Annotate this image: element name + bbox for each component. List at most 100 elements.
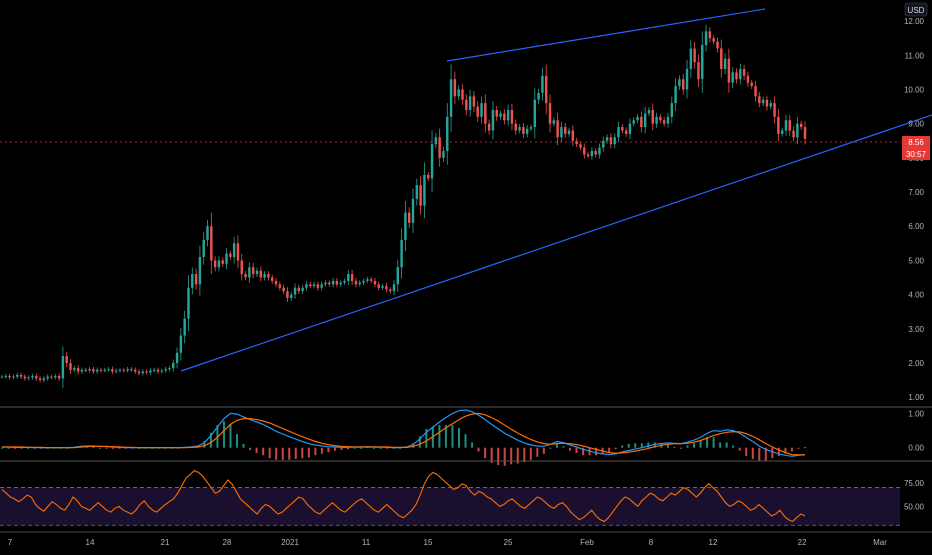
candle-body	[708, 31, 712, 39]
candle-body	[362, 280, 365, 283]
macd-histogram-bar	[634, 443, 637, 448]
candle-body	[251, 267, 255, 275]
candle-body	[750, 82, 753, 87]
macd-histogram-bar	[111, 447, 114, 449]
candle-body	[255, 270, 259, 275]
macd-histogram-bar	[255, 447, 258, 453]
candle-body	[407, 212, 411, 223]
candle-body	[560, 127, 563, 138]
candle-body	[598, 147, 601, 155]
candle-body	[446, 116, 449, 152]
macd-histogram-bar	[236, 434, 239, 448]
macd-histogram-bar	[503, 447, 506, 466]
macd-histogram-bar	[725, 442, 728, 448]
candle-body	[552, 120, 556, 124]
candle-body	[213, 260, 217, 268]
candle-body	[316, 284, 320, 288]
candle-body	[160, 370, 164, 372]
price-tick-label: 11.00	[905, 51, 925, 60]
macd-histogram-bar	[673, 446, 676, 448]
price-tick-label: 1.00	[908, 393, 924, 402]
candle-body	[168, 368, 171, 370]
candle-body	[575, 140, 578, 145]
candle-body	[472, 96, 476, 107]
macd-histogram-bar	[379, 447, 382, 449]
countdown-label: 30:57	[906, 150, 927, 159]
candle-body	[720, 48, 723, 69]
macd-histogram-bar	[529, 447, 532, 460]
candle-body	[153, 369, 156, 371]
candle-body	[624, 130, 628, 134]
macd-tick-label: 0.00	[908, 444, 924, 453]
time-tick-label: 14	[86, 538, 95, 547]
candle-body	[23, 376, 27, 379]
candle-body	[773, 103, 776, 117]
candle-body	[548, 103, 552, 124]
candle-body	[248, 267, 251, 278]
candle-body	[320, 284, 323, 288]
candle-body	[590, 151, 594, 157]
candle-body	[712, 38, 715, 42]
macd-histogram-bar	[621, 445, 624, 448]
candle-body	[88, 369, 91, 371]
macd-histogram-bar	[647, 442, 650, 448]
candle-body	[506, 109, 510, 121]
candle-body	[533, 99, 537, 128]
macd-histogram-bar	[307, 447, 310, 458]
candle-body	[259, 270, 263, 278]
candle-body	[621, 127, 624, 131]
candle-body	[529, 127, 533, 129]
candle-body	[495, 109, 498, 117]
candle-body	[133, 369, 137, 372]
candle-body	[682, 79, 685, 90]
macd-histogram-bar	[327, 447, 330, 453]
time-tick-label: 11	[362, 538, 371, 547]
candle-body	[35, 375, 38, 379]
time-tick-label: 8	[649, 538, 654, 547]
candle-body	[788, 120, 791, 131]
candle-body	[522, 127, 525, 134]
candle-body	[758, 96, 761, 104]
candle-body	[366, 279, 369, 281]
candle-body	[42, 378, 46, 381]
candle-body	[415, 185, 419, 199]
trading-chart[interactable]: 12.0011.0010.009.008.007.006.005.004.003…	[0, 0, 932, 550]
candle-body	[202, 239, 205, 257]
macd-histogram-bar	[627, 443, 630, 448]
chart-canvas[interactable]: 12.0011.0010.009.008.007.006.005.004.003…	[0, 0, 932, 550]
currency-label: USD	[908, 6, 925, 15]
candle-body	[651, 109, 654, 124]
candle-body	[92, 369, 95, 372]
price-tick-label: 7.00	[908, 188, 924, 197]
candle-body	[19, 374, 23, 377]
candle-body	[369, 279, 373, 281]
candle-body	[617, 127, 620, 138]
candle-body	[468, 96, 472, 110]
macd-histogram-bar	[510, 447, 513, 465]
candle-body	[130, 369, 133, 371]
candle-body	[309, 284, 312, 287]
macd-histogram-bar	[484, 447, 487, 459]
price-tick-label: 10.00	[904, 85, 925, 94]
macd-histogram-bar	[320, 447, 323, 454]
candle-body	[799, 123, 803, 128]
macd-histogram-bar	[777, 447, 780, 457]
candle-body	[465, 99, 468, 110]
macd-histogram-bar	[771, 447, 774, 459]
time-tick-label: 22	[798, 538, 807, 547]
candle-body	[411, 198, 415, 223]
price-tick-label: 6.00	[908, 222, 924, 231]
candle-body	[194, 274, 198, 285]
candle-body	[377, 284, 380, 288]
candle-body	[137, 371, 141, 374]
candle-body	[57, 375, 61, 379]
candle-body	[697, 62, 700, 80]
candle-body	[796, 123, 799, 138]
macd-histogram-bar	[288, 447, 291, 460]
candle-body	[240, 260, 243, 275]
candle-body	[499, 113, 502, 117]
candle-body	[434, 137, 438, 145]
candle-body	[636, 116, 639, 121]
rsi-tick-label: 75.00	[904, 479, 925, 488]
macd-histogram-bar	[242, 443, 245, 448]
